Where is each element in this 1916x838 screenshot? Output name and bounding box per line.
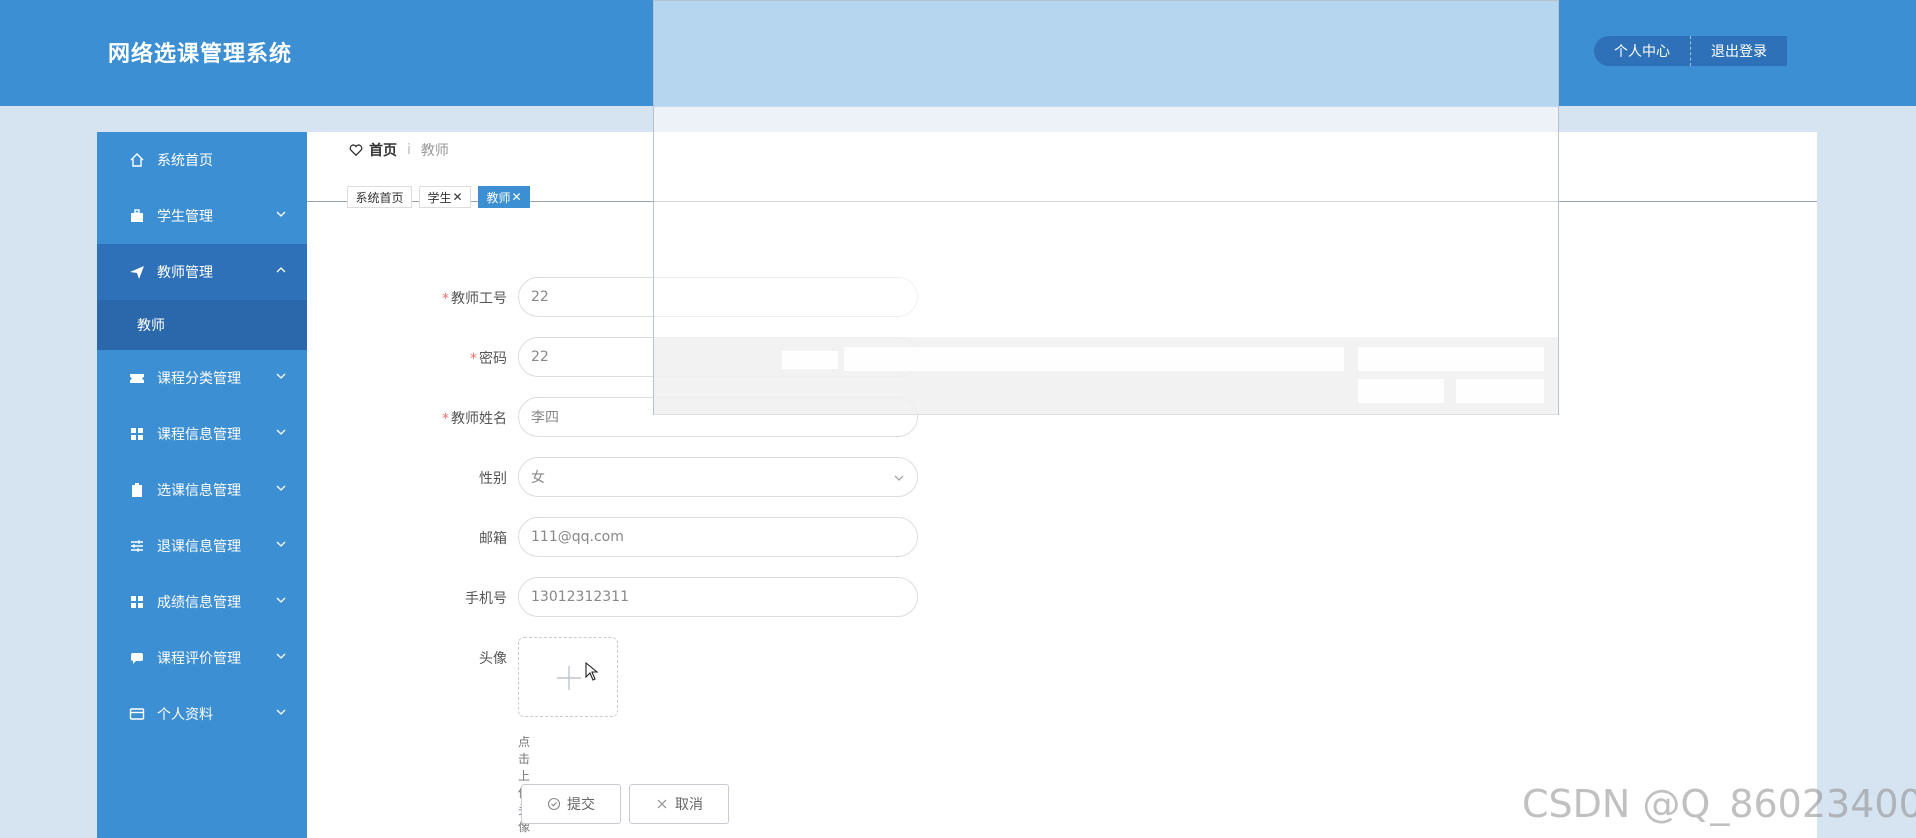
sidebar-item-course-category[interactable]: 课程分类管理 xyxy=(97,350,307,406)
send-icon xyxy=(130,266,144,279)
sidebar-item-label: 成绩信息管理 xyxy=(157,595,241,611)
logout-button[interactable]: 退出登录 xyxy=(1690,36,1787,66)
close-icon xyxy=(657,799,667,809)
sidebar-item-label: 课程信息管理 xyxy=(157,427,241,443)
gender-select[interactable]: 女 xyxy=(518,457,918,497)
home-icon xyxy=(130,153,144,167)
overlay-top-band xyxy=(654,1,1558,107)
sidebar-item-label: 系统首页 xyxy=(157,153,213,169)
watermark: CSDN @Q_860234001 xyxy=(1522,782,1916,826)
chevron-down-icon xyxy=(276,429,286,435)
tab-students[interactable]: 学生 ✕ xyxy=(419,186,471,208)
check-circle-icon xyxy=(547,797,561,811)
chevron-down-icon xyxy=(276,485,286,491)
sidebar-item-home[interactable]: 系统首页 xyxy=(97,132,307,188)
chevron-down-icon xyxy=(276,373,286,379)
sidebar-item-label: 学生管理 xyxy=(157,209,213,225)
sidebar-item-course-review[interactable]: 课程评价管理 xyxy=(97,630,307,686)
breadcrumb-home[interactable]: 首页 xyxy=(369,140,397,160)
password-label: * 密码 xyxy=(470,351,507,367)
chevron-down-icon xyxy=(276,653,286,659)
chevron-down-icon xyxy=(276,597,286,603)
overlay-block xyxy=(1456,379,1544,403)
gender-label: 性别 xyxy=(479,471,507,487)
mouse-cursor-icon xyxy=(585,662,599,681)
card-icon xyxy=(129,708,145,720)
chevron-down-icon xyxy=(894,475,904,481)
chevron-down-icon xyxy=(276,211,286,217)
sidebar-item-profile[interactable]: 个人资料 xyxy=(97,686,307,742)
grid-icon xyxy=(131,596,143,608)
chevron-up-icon xyxy=(276,267,286,273)
grid-icon xyxy=(131,428,143,440)
breadcrumb-current: 教师 xyxy=(420,143,449,159)
teacher-id-label: * 教师工号 xyxy=(442,291,507,307)
chevron-down-icon xyxy=(276,541,286,547)
tab-label: 系统首页 xyxy=(355,190,404,205)
avatar-label: 头像 xyxy=(479,651,507,667)
sidebar-item-label: 课程评价管理 xyxy=(157,651,241,667)
cancel-button[interactable]: 取消 xyxy=(629,784,729,824)
breadcrumb-separator: ⅰ xyxy=(407,142,411,158)
sidebar-item-label: 课程分类管理 xyxy=(157,371,241,387)
sidebar-item-students[interactable]: 学生管理 xyxy=(97,188,307,244)
teacher-name-label: * 教师姓名 xyxy=(442,411,507,427)
sidebar-subitem-label: 教师 xyxy=(137,318,165,334)
overlay-block xyxy=(782,351,838,369)
chat-icon xyxy=(131,653,143,664)
submit-button[interactable]: 提交 xyxy=(521,784,621,824)
right-background xyxy=(1817,200,1916,838)
chevron-down-icon xyxy=(276,709,286,715)
sidebar: 系统首页 学生管理 教师管理 教师 课程分类管理 课程信息管理 选课信息管理 退… xyxy=(97,132,307,838)
sidebar-item-label: 退课信息管理 xyxy=(157,539,241,555)
overlay-window xyxy=(653,0,1559,415)
ticket-icon xyxy=(130,374,144,383)
sidebar-subitem-teacher[interactable]: 教师 xyxy=(97,300,307,350)
email-input[interactable]: 111@qq.com xyxy=(518,517,918,557)
overlay-bottom-strip xyxy=(654,337,1558,415)
sidebar-item-label: 选课信息管理 xyxy=(157,483,241,499)
sidebar-item-enrollment[interactable]: 选课信息管理 xyxy=(97,462,307,518)
tab-teachers[interactable]: 教师 ✕ xyxy=(478,186,530,208)
tab-label: 教师 xyxy=(486,190,511,205)
heart-icon xyxy=(349,144,363,157)
profile-button[interactable]: 个人中心 xyxy=(1594,36,1690,66)
phone-label: 手机号 xyxy=(465,591,507,607)
cancel-label: 取消 xyxy=(675,797,703,813)
overlay-block xyxy=(1358,379,1444,403)
overlay-block xyxy=(844,347,1344,371)
breadcrumb: 首页 ⅰ 教师 xyxy=(349,140,449,160)
sliders-icon xyxy=(131,540,143,552)
overlay-block xyxy=(1358,347,1544,371)
plus-icon xyxy=(557,666,581,690)
avatar-uploader[interactable] xyxy=(518,637,618,717)
sidebar-item-grades[interactable]: 成绩信息管理 xyxy=(97,574,307,630)
tab-home[interactable]: 系统首页 xyxy=(347,186,412,208)
close-icon[interactable]: ✕ xyxy=(452,190,462,204)
app-title: 网络选课管理系统 xyxy=(108,42,293,67)
tab-label: 学生 xyxy=(427,190,452,205)
clipboard-icon xyxy=(132,483,142,497)
phone-input[interactable]: 13012312311 xyxy=(518,577,918,617)
sidebar-item-drop-course[interactable]: 退课信息管理 xyxy=(97,518,307,574)
header-actions: 个人中心 退出登录 xyxy=(1594,36,1787,66)
sidebar-item-course-info[interactable]: 课程信息管理 xyxy=(97,406,307,462)
close-icon[interactable]: ✕ xyxy=(511,190,521,204)
email-label: 邮箱 xyxy=(479,531,507,547)
submit-label: 提交 xyxy=(567,797,595,813)
sidebar-item-label: 教师管理 xyxy=(157,265,213,281)
sidebar-item-teachers[interactable]: 教师管理 xyxy=(97,244,307,300)
sidebar-item-label: 个人资料 xyxy=(157,707,213,723)
briefcase-icon xyxy=(131,209,143,222)
gender-value: 女 xyxy=(531,470,545,486)
